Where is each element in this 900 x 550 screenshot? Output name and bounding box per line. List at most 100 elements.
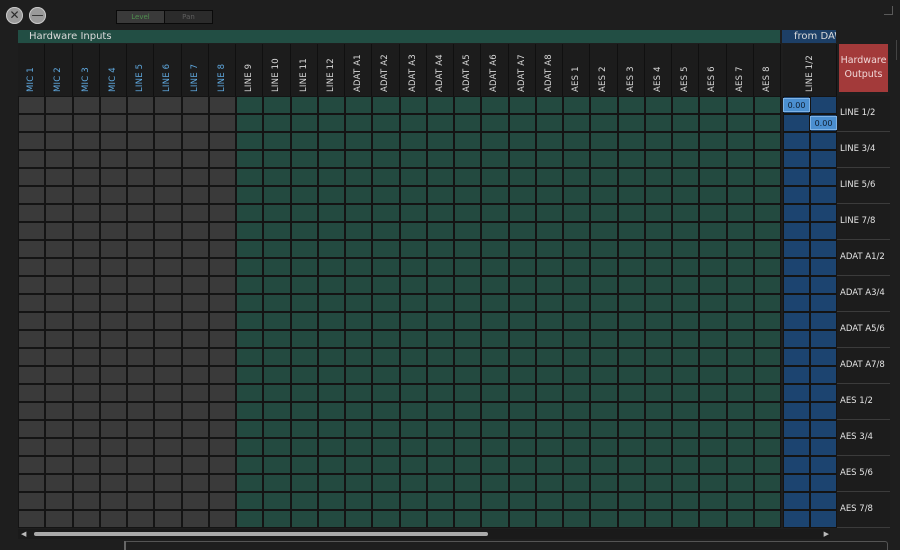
matrix-crosspoint-cell[interactable] (699, 420, 727, 438)
matrix-crosspoint-cell[interactable] (563, 312, 591, 330)
matrix-crosspoint-cell[interactable] (753, 240, 781, 258)
matrix-crosspoint-cell[interactable] (590, 240, 618, 258)
matrix-crosspoint-cell[interactable] (617, 474, 645, 492)
matrix-crosspoint-cell[interactable] (454, 222, 482, 240)
matrix-crosspoint-cell[interactable] (399, 168, 427, 186)
matrix-crosspoint-cell[interactable] (127, 402, 155, 420)
matrix-crosspoint-cell[interactable] (535, 222, 563, 240)
matrix-crosspoint-cell[interactable] (290, 420, 318, 438)
matrix-crosspoint-cell[interactable] (426, 402, 454, 420)
matrix-crosspoint-cell[interactable] (372, 168, 400, 186)
input-column-header[interactable]: AES 4 (644, 44, 672, 96)
matrix-crosspoint-cell[interactable] (426, 294, 454, 312)
input-column-header[interactable]: ADAT A6 (481, 44, 509, 96)
daw-crosspoint-cell[interactable] (783, 150, 810, 168)
matrix-crosspoint-cell[interactable] (372, 96, 400, 114)
matrix-crosspoint-cell[interactable] (644, 312, 672, 330)
matrix-crosspoint-cell[interactable] (317, 312, 345, 330)
daw-crosspoint-cell[interactable] (783, 348, 810, 366)
matrix-crosspoint-cell[interactable] (508, 366, 536, 384)
matrix-crosspoint-cell[interactable] (426, 366, 454, 384)
matrix-crosspoint-cell[interactable] (563, 456, 591, 474)
matrix-crosspoint-cell[interactable] (535, 330, 563, 348)
matrix-crosspoint-cell[interactable] (508, 276, 536, 294)
daw-crosspoint-cell[interactable] (783, 240, 810, 258)
matrix-crosspoint-cell[interactable] (18, 168, 46, 186)
matrix-crosspoint-cell[interactable] (290, 456, 318, 474)
matrix-crosspoint-cell[interactable] (481, 312, 509, 330)
daw-crosspoint-cell[interactable] (783, 456, 810, 474)
matrix-crosspoint-cell[interactable] (590, 186, 618, 204)
matrix-crosspoint-cell[interactable] (208, 312, 236, 330)
matrix-crosspoint-cell[interactable] (18, 240, 46, 258)
matrix-crosspoint-cell[interactable] (535, 474, 563, 492)
matrix-crosspoint-cell[interactable] (590, 474, 618, 492)
matrix-crosspoint-cell[interactable] (372, 258, 400, 276)
matrix-crosspoint-cell[interactable] (236, 312, 264, 330)
matrix-crosspoint-cell[interactable] (18, 186, 46, 204)
matrix-crosspoint-cell[interactable] (372, 276, 400, 294)
matrix-crosspoint-cell[interactable] (99, 402, 127, 420)
matrix-crosspoint-cell[interactable] (454, 366, 482, 384)
matrix-crosspoint-cell[interactable] (290, 132, 318, 150)
matrix-crosspoint-cell[interactable] (399, 420, 427, 438)
matrix-crosspoint-cell[interactable] (372, 384, 400, 402)
matrix-crosspoint-cell[interactable] (290, 402, 318, 420)
matrix-crosspoint-cell[interactable] (454, 114, 482, 132)
matrix-crosspoint-cell[interactable] (426, 438, 454, 456)
daw-crosspoint-cell[interactable] (783, 492, 810, 510)
matrix-crosspoint-cell[interactable] (563, 402, 591, 420)
matrix-crosspoint-cell[interactable] (617, 330, 645, 348)
matrix-crosspoint-cell[interactable] (372, 132, 400, 150)
matrix-crosspoint-cell[interactable] (508, 204, 536, 222)
matrix-crosspoint-cell[interactable] (127, 312, 155, 330)
matrix-crosspoint-cell[interactable] (535, 438, 563, 456)
matrix-crosspoint-cell[interactable] (154, 222, 182, 240)
matrix-crosspoint-cell[interactable] (753, 186, 781, 204)
matrix-crosspoint-cell[interactable] (563, 114, 591, 132)
matrix-crosspoint-cell[interactable] (208, 438, 236, 456)
matrix-crosspoint-cell[interactable] (481, 384, 509, 402)
matrix-crosspoint-cell[interactable] (290, 276, 318, 294)
matrix-crosspoint-cell[interactable] (290, 204, 318, 222)
matrix-crosspoint-cell[interactable] (263, 186, 291, 204)
daw-crosspoint-cell[interactable] (783, 402, 810, 420)
matrix-crosspoint-cell[interactable] (72, 312, 100, 330)
daw-crosspoint-cell[interactable] (783, 258, 810, 276)
matrix-crosspoint-cell[interactable] (563, 438, 591, 456)
matrix-crosspoint-cell[interactable] (45, 456, 73, 474)
matrix-crosspoint-cell[interactable] (208, 204, 236, 222)
matrix-crosspoint-cell[interactable] (236, 168, 264, 186)
matrix-crosspoint-cell[interactable] (236, 150, 264, 168)
matrix-crosspoint-cell[interactable] (208, 132, 236, 150)
hardware-output-row-label[interactable]: LINE 3/4 (837, 132, 890, 168)
matrix-crosspoint-cell[interactable] (45, 402, 73, 420)
matrix-crosspoint-cell[interactable] (426, 384, 454, 402)
matrix-crosspoint-cell[interactable] (99, 510, 127, 528)
matrix-crosspoint-cell[interactable] (699, 492, 727, 510)
matrix-crosspoint-cell[interactable] (45, 96, 73, 114)
matrix-crosspoint-cell[interactable] (290, 150, 318, 168)
matrix-crosspoint-cell[interactable] (18, 258, 46, 276)
matrix-crosspoint-cell[interactable] (753, 258, 781, 276)
matrix-crosspoint-cell[interactable] (181, 186, 209, 204)
matrix-crosspoint-cell[interactable] (99, 312, 127, 330)
matrix-crosspoint-cell[interactable] (481, 510, 509, 528)
matrix-crosspoint-cell[interactable] (753, 402, 781, 420)
matrix-crosspoint-cell[interactable] (672, 330, 700, 348)
matrix-crosspoint-cell[interactable] (726, 510, 754, 528)
matrix-crosspoint-cell[interactable] (372, 186, 400, 204)
daw-crosspoint-cell[interactable] (810, 276, 837, 294)
matrix-crosspoint-cell[interactable] (454, 258, 482, 276)
matrix-crosspoint-cell[interactable] (263, 294, 291, 312)
matrix-crosspoint-cell[interactable] (590, 384, 618, 402)
matrix-crosspoint-cell[interactable] (454, 150, 482, 168)
matrix-crosspoint-cell[interactable] (481, 492, 509, 510)
matrix-crosspoint-cell[interactable] (399, 204, 427, 222)
matrix-crosspoint-cell[interactable] (563, 204, 591, 222)
matrix-crosspoint-cell[interactable] (208, 510, 236, 528)
matrix-crosspoint-cell[interactable] (372, 510, 400, 528)
matrix-crosspoint-cell[interactable] (18, 438, 46, 456)
matrix-crosspoint-cell[interactable] (18, 492, 46, 510)
matrix-crosspoint-cell[interactable] (72, 204, 100, 222)
